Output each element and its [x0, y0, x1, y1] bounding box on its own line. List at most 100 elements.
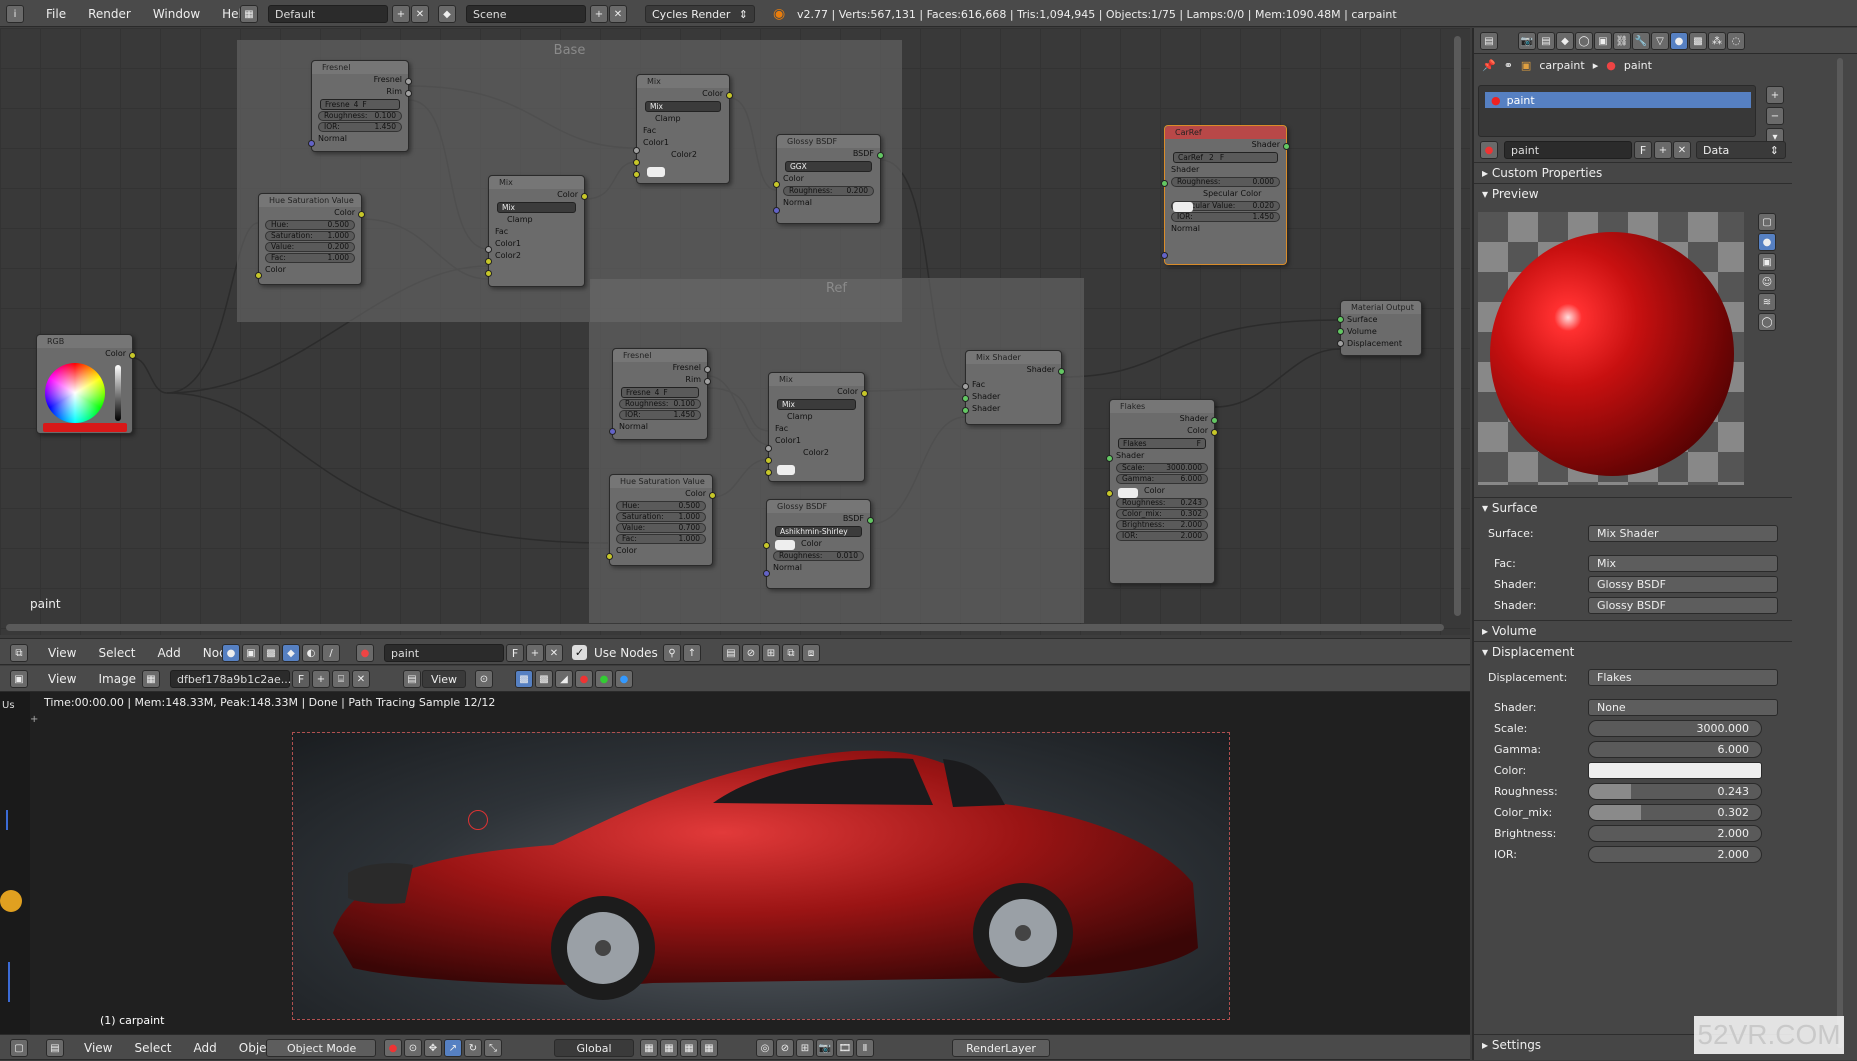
socket[interactable] [606, 553, 613, 560]
render-still-icon[interactable]: 📷 [816, 1039, 834, 1057]
world-shader-icon[interactable]: ◐ [302, 644, 320, 662]
preview-hair-icon[interactable]: ≋ [1758, 293, 1776, 311]
layout-field[interactable]: Default [268, 5, 388, 23]
color-swatch[interactable] [647, 167, 665, 177]
fake-user[interactable]: F [1197, 439, 1201, 448]
node-material-output[interactable]: Material Output Surface Volume Displacem… [1337, 300, 1422, 356]
pivot-icon[interactable]: ⊙ [475, 670, 493, 688]
socket[interactable] [773, 181, 780, 188]
snap-grid-icon[interactable]: ⊞ [762, 644, 780, 662]
fake-user[interactable]: F [663, 388, 667, 397]
socket[interactable] [1058, 368, 1065, 375]
menu-add[interactable]: Add [158, 646, 181, 660]
menu-view[interactable]: View [84, 1041, 112, 1055]
menu-image[interactable]: Image [98, 672, 136, 686]
render-layers-tab-icon[interactable]: ▤ [1537, 32, 1555, 50]
scale-icon[interactable]: ⤡ [484, 1039, 502, 1057]
socket[interactable] [962, 383, 969, 390]
socket[interactable] [1161, 180, 1168, 187]
layers-grid-icon[interactable]: ▦ [700, 1039, 718, 1057]
socket[interactable] [581, 193, 588, 200]
preview-flat-icon[interactable]: ▢ [1758, 213, 1776, 231]
layer-buttons[interactable]: ▦ ▦ ▦ ▦ [640, 1039, 718, 1057]
editor-type-icon[interactable]: ⧉ [10, 644, 28, 662]
node-field-hue[interactable]: Hue: 0.500 [265, 220, 355, 230]
node-mix-base-1[interactable]: Mix Color Mix Clamp Fac Color1 Color2 [633, 74, 733, 184]
color-swatch[interactable] [777, 465, 795, 475]
node-field-fac[interactable]: Fac: 1.000 [265, 253, 355, 263]
preview-cube-icon[interactable]: ▣ [1758, 253, 1776, 271]
preview-monkey-icon[interactable]: ☺ [1758, 273, 1776, 291]
node-field-roughness[interactable]: Roughness: 0.100 [619, 399, 701, 409]
modifiers-tab-icon[interactable]: 🔧 [1632, 32, 1650, 50]
socket[interactable] [962, 395, 969, 402]
clamp-checkbox[interactable]: Clamp [637, 113, 729, 125]
node-field-value[interactable]: Value: 0.200 [265, 242, 355, 252]
node-field-ior[interactable]: IOR: 1.450 [318, 122, 402, 132]
node-mix-ref[interactable]: Mix Color Mix Clamp Fac Color1 Color2 [765, 372, 868, 482]
manipulator-icon[interactable]: ✥ [424, 1039, 442, 1057]
render-engine-select[interactable]: Cycles Render ⇕ [645, 5, 755, 23]
volume-header[interactable]: ▸ Volume [1474, 620, 1792, 640]
horizontal-scrollbar[interactable] [6, 624, 1444, 631]
disp-shader-select[interactable]: None [1588, 699, 1778, 716]
socket[interactable] [704, 378, 711, 385]
fake-user-button[interactable]: F [506, 644, 524, 662]
paste-icon[interactable]: ⧈ [802, 644, 820, 662]
socket[interactable] [765, 457, 772, 464]
socket[interactable] [1211, 417, 1218, 424]
socket[interactable] [861, 390, 868, 397]
ior-field[interactable]: 2.000 [1588, 846, 1762, 863]
menu-select[interactable]: Select [134, 1041, 171, 1055]
viewport-shading-icon[interactable]: ● [384, 1039, 402, 1057]
material-slot-item[interactable]: ● paint [1485, 92, 1751, 108]
socket[interactable] [709, 492, 716, 499]
color-wheel[interactable] [45, 363, 105, 423]
info-editor-icon[interactable]: i [6, 5, 24, 23]
socket[interactable] [633, 171, 640, 178]
image-editor-type-icon[interactable]: ▣ [10, 670, 28, 688]
orange-handle-icon[interactable] [0, 890, 22, 912]
add-slot-icon[interactable]: + [1766, 86, 1784, 104]
view-mode-select[interactable]: View [422, 670, 466, 688]
link-data-select[interactable]: Data ⇕ [1696, 141, 1786, 159]
pivot-point-icon[interactable]: ⊙ [404, 1039, 422, 1057]
object-mode-select[interactable]: Object Mode [266, 1039, 376, 1057]
surface-header[interactable]: ▾ Surface [1474, 497, 1792, 517]
object-shader-icon[interactable]: ◆ [282, 644, 300, 662]
add-layout-icon[interactable]: + [392, 5, 410, 23]
shader1-select[interactable]: Glossy BSDF [1588, 576, 1778, 593]
material-tab-icon[interactable]: ● [1670, 32, 1688, 50]
preview-header[interactable]: ▾ Preview [1474, 183, 1792, 203]
custom-properties-header[interactable]: ▸ Custom Properties [1474, 162, 1792, 182]
socket[interactable] [485, 270, 492, 277]
brightness-field[interactable]: 2.000 [1588, 825, 1762, 842]
copy-icon[interactable]: ⧉ [782, 644, 800, 662]
node-field-roughness[interactable]: Roughness: 0.010 [773, 551, 864, 561]
socket[interactable] [1211, 429, 1218, 436]
node-mix-base-2[interactable]: Mix Color Mix Clamp Fac Color1 Color2 [485, 175, 588, 287]
node-editor[interactable]: Base Ref Fresnel Fresnel Rim Fresne 4 F Ro… [0, 28, 1470, 635]
node-hsv-base[interactable]: Hue Saturation Value Color Hue: 0.500 Sat… [255, 193, 365, 285]
blue-channel-icon[interactable]: ● [615, 670, 633, 688]
roughness-slider[interactable]: 0.243 [1588, 783, 1762, 800]
linestyle-icon[interactable]: / [322, 644, 340, 662]
properties-type-icon[interactable]: ▤ [1480, 32, 1498, 50]
socket[interactable] [255, 272, 262, 279]
unlink-material-icon[interactable]: ✕ [545, 644, 563, 662]
socket[interactable] [1106, 490, 1113, 497]
socket[interactable] [773, 207, 780, 214]
socket[interactable] [763, 570, 770, 577]
view-mode-icon[interactable]: ▤ [403, 670, 421, 688]
snap-icon[interactable]: ⊘ [742, 644, 760, 662]
socket[interactable] [867, 517, 874, 524]
backdrop-icon[interactable]: ▤ [722, 644, 740, 662]
clamp-checkbox[interactable]: Clamp [489, 214, 584, 226]
menu-view[interactable]: View [48, 672, 76, 686]
socket[interactable] [308, 140, 315, 147]
color-swatch[interactable] [1118, 488, 1138, 498]
breadcrumb-material[interactable]: paint [1624, 59, 1652, 72]
socket[interactable] [704, 366, 711, 373]
texture-nodes-icon[interactable]: ▩ [262, 644, 280, 662]
new-image-icon[interactable]: + [312, 670, 330, 688]
